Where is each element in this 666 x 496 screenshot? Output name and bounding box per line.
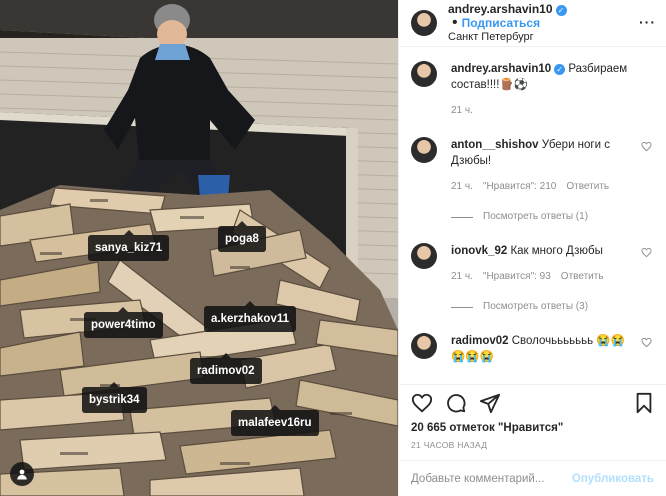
likes-count[interactable]: 20 665 отметок "Нравится" <box>399 420 666 436</box>
comment-username[interactable]: ionovk_92 <box>451 245 507 257</box>
photo-tag[interactable]: poga8 <box>218 221 266 252</box>
add-comment-bar: Опубликовать <box>399 460 666 496</box>
photo-tag[interactable]: a.kerzhakov11 <box>204 301 297 332</box>
photo-tag[interactable]: bystrik34 <box>82 382 147 413</box>
post-comment-button[interactable]: Опубликовать <box>572 473 654 485</box>
verified-badge-icon: ✓ <box>554 64 566 75</box>
comment-item: radimov02 Сволочььььььь 😭😭😭😭😭 <box>411 333 654 365</box>
heart-icon[interactable] <box>641 337 652 348</box>
post-side-panel: andrey.arshavin10 ✓• Подписаться Санкт Пет… <box>398 0 666 496</box>
post-date[interactable]: 21 ЧАСОВ НАЗАД <box>399 436 666 460</box>
post-location[interactable]: Санкт Петербург <box>448 30 656 44</box>
separator-dot: • <box>452 14 458 31</box>
comment-icon[interactable] <box>445 392 467 414</box>
reply-button[interactable]: Ответить <box>566 179 609 195</box>
photo-tag[interactable]: power4timo <box>84 307 163 338</box>
comment-input[interactable] <box>411 472 572 485</box>
post-actions <box>399 384 666 420</box>
comment-item: anton__shishov Убери ноги с Дзюбы! 21 ч.… <box>411 137 654 225</box>
comments-list[interactable]: andrey.arshavin10 ✓ Разбираем состав!!!!🪵… <box>399 47 666 384</box>
view-replies-button[interactable]: Посмотреть ответы (3) <box>451 299 638 315</box>
author-avatar[interactable] <box>411 61 437 87</box>
caption: andrey.arshavin10 ✓ Разбираем состав!!!!🪵… <box>411 61 654 119</box>
comment-likes[interactable]: "Нравится": 93 <box>483 269 551 285</box>
share-icon[interactable] <box>479 392 501 414</box>
commenter-avatar[interactable] <box>411 333 437 359</box>
follow-button[interactable]: Подписаться <box>462 16 540 30</box>
photo-tag[interactable]: radimov02 <box>190 353 262 384</box>
author-avatar[interactable] <box>411 10 437 36</box>
photo-tag[interactable]: sanya_kiz71 <box>88 230 170 261</box>
post-photo[interactable]: sanya_kiz71 poga8 power4timo a.kerzhakov… <box>0 0 398 496</box>
comment-username[interactable]: radimov02 <box>451 335 509 347</box>
comment-text: Как много Дзюбы <box>510 245 603 257</box>
photo-tag[interactable]: malafeev16ru <box>231 405 319 436</box>
reply-button[interactable]: Ответить <box>561 269 604 285</box>
view-replies-button[interactable]: Посмотреть ответы (1) <box>451 209 638 225</box>
bookmark-icon[interactable] <box>634 392 654 414</box>
comment-time[interactable]: 21 ч. <box>451 269 473 285</box>
commenter-avatar[interactable] <box>411 243 437 269</box>
comment-username[interactable]: anton__shishov <box>451 139 539 151</box>
heart-icon[interactable] <box>641 247 652 258</box>
photo-scene <box>0 0 398 496</box>
comment-likes[interactable]: "Нравится": 210 <box>483 179 556 195</box>
author-username[interactable]: andrey.arshavin10 <box>448 2 553 16</box>
commenter-avatar[interactable] <box>411 137 437 163</box>
more-options-icon[interactable]: ··· <box>639 14 656 30</box>
verified-badge-icon: ✓ <box>555 5 567 16</box>
post-header: andrey.arshavin10 ✓ • Подписаться Санкт Пет… <box>399 0 666 47</box>
heart-icon[interactable] <box>641 141 652 152</box>
caption-username[interactable]: andrey.arshavin10 <box>451 63 551 75</box>
user-tag-icon[interactable] <box>10 462 34 486</box>
comment-item: ionovk_92 Как много Дзюбы 21 ч. "Нравитс… <box>411 243 654 315</box>
heart-icon[interactable] <box>411 392 433 414</box>
comment-time[interactable]: 21 ч. <box>451 179 473 195</box>
caption-time[interactable]: 21 ч. <box>451 103 473 119</box>
